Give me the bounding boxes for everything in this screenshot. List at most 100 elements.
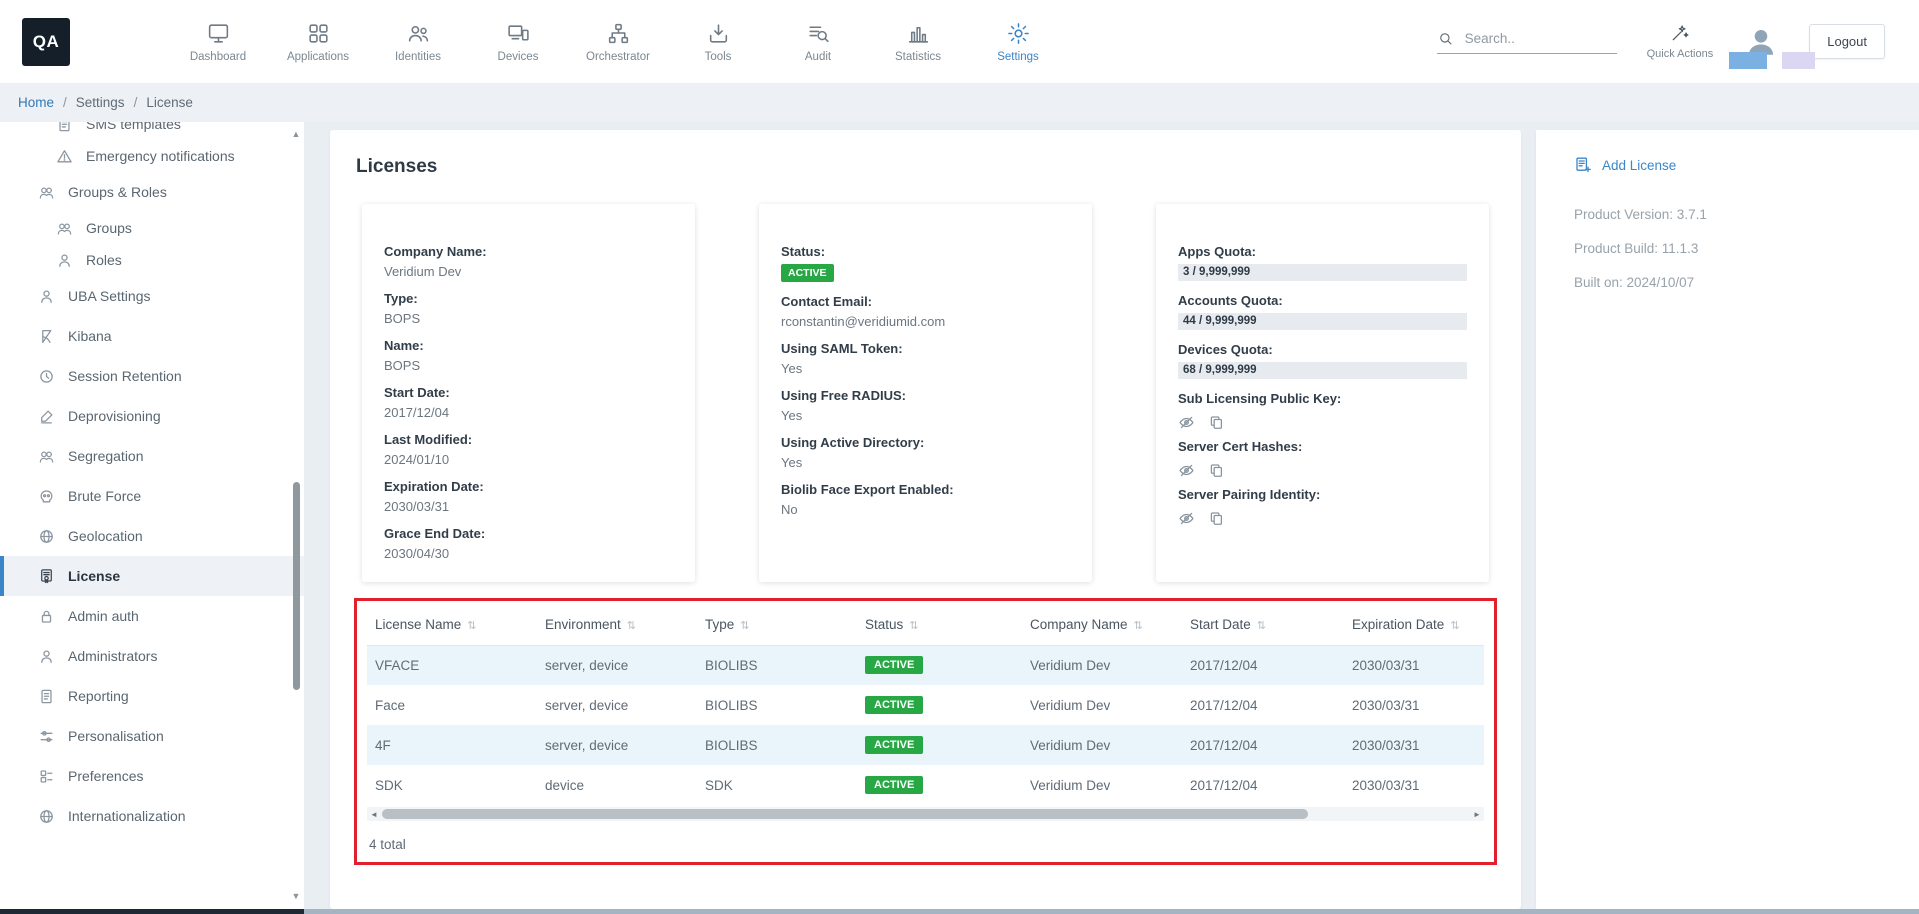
field-value: Yes	[781, 361, 1070, 376]
table-row[interactable]: VFACE server, device BIOLIBS ACTIVE Veri…	[367, 645, 1484, 685]
field-label: Using Active Directory:	[781, 435, 1070, 451]
sidebar-item-personalisation[interactable]: Personalisation	[0, 716, 304, 756]
sidebar-list: SMS templates Emergency notifications Gr…	[0, 122, 304, 836]
add-license-button[interactable]: Add License	[1574, 156, 1899, 175]
settings-icon	[1006, 21, 1031, 46]
sidebar-scrollbar-thumb[interactable]	[293, 482, 300, 690]
emergency-notifications-icon	[56, 148, 73, 165]
cell-company-name: Veridium Dev	[1022, 685, 1182, 725]
table-row[interactable]: 4F server, device BIOLIBS ACTIVE Veridiu…	[367, 725, 1484, 765]
copy-icon[interactable]	[1208, 510, 1225, 527]
nav-item-statistics[interactable]: Statistics	[882, 21, 954, 63]
nav-item-devices[interactable]: Devices	[482, 21, 554, 63]
cell-status: ACTIVE	[857, 725, 1022, 765]
sidebar-item-internationalization[interactable]: Internationalization	[0, 796, 304, 836]
product-info: Product Version: 3.7.1 Product Build: 11…	[1574, 207, 1899, 290]
nav-label-dashboard: Dashboard	[190, 51, 246, 63]
table-row[interactable]: Face server, device BIOLIBS ACTIVE Verid…	[367, 685, 1484, 725]
eye-off-icon[interactable]	[1178, 510, 1195, 527]
scrollbar-track[interactable]	[381, 807, 1470, 821]
eye-off-icon[interactable]	[1178, 462, 1195, 479]
scroll-down-arrow-icon[interactable]: ▼	[290, 892, 302, 901]
sidebar-item-groups-roles[interactable]: Groups & Roles	[0, 172, 304, 212]
field-sub-licensing-key: Sub Licensing Public Key:	[1178, 391, 1467, 431]
search-input[interactable]	[1465, 31, 1605, 46]
sidebar-item-emergency-notifications[interactable]: Emergency notifications	[0, 140, 304, 172]
field-label: Using SAML Token:	[781, 341, 1070, 357]
field-label: Server Pairing Identity:	[1178, 487, 1467, 503]
sidebar-item-brute-force[interactable]: Brute Force	[0, 476, 304, 516]
field-apps-quota: Apps Quota: 3 / 9,999,999	[1178, 244, 1467, 281]
sidebar-item-roles[interactable]: Roles	[0, 244, 304, 276]
sidebar-item-license[interactable]: License	[0, 556, 304, 596]
sidebar-item-segregation[interactable]: Segregation	[0, 436, 304, 476]
sidebar-item-preferences[interactable]: Preferences	[0, 756, 304, 796]
scroll-up-arrow-icon[interactable]: ▲	[290, 130, 302, 139]
scroll-left-arrow-icon[interactable]: ◄	[367, 810, 381, 819]
nav-label-orchestrator: Orchestrator	[586, 51, 650, 63]
key-actions	[1178, 414, 1467, 431]
column-label: Start Date	[1190, 617, 1251, 632]
nav-label-audit: Audit	[805, 51, 831, 63]
column-header-environment[interactable]: Environment	[537, 605, 697, 645]
sort-icon	[1257, 620, 1266, 632]
highlight-annotation: License Name Environment Type Status Com…	[354, 598, 1497, 865]
field-value: 2030/04/30	[384, 546, 673, 561]
column-header-company-name[interactable]: Company Name	[1022, 605, 1182, 645]
copy-icon[interactable]	[1208, 414, 1225, 431]
devices-quota-bar: 68 / 9,999,999	[1178, 362, 1467, 379]
right-info-panel: Add License Product Version: 3.7.1 Produ…	[1536, 130, 1919, 909]
accounts-quota-bar: 44 / 9,999,999	[1178, 313, 1467, 330]
column-label: Status	[865, 617, 903, 632]
table-row[interactable]: SDK device SDK ACTIVE Veridium Dev 2017/…	[367, 765, 1484, 805]
sidebar-item-label: Roles	[86, 252, 122, 268]
nav-item-identities[interactable]: Identities	[382, 21, 454, 63]
sidebar-item-label: Brute Force	[68, 488, 141, 504]
nav-item-orchestrator[interactable]: Orchestrator	[582, 21, 654, 63]
column-label: License Name	[375, 617, 461, 632]
column-header-license-name[interactable]: License Name	[367, 605, 537, 645]
column-header-status[interactable]: Status	[857, 605, 1022, 645]
field-label: Name:	[384, 338, 673, 354]
nav-item-applications[interactable]: Applications	[282, 21, 354, 63]
scrollbar-thumb[interactable]	[382, 809, 1308, 819]
brand-logo[interactable]: QA	[22, 18, 70, 66]
sidebar-item-kibana[interactable]: Kibana	[0, 316, 304, 356]
cell-license-name: 4F	[367, 725, 537, 765]
license-info-cards: Company Name: Veridium Dev Type: BOPS Na…	[354, 204, 1497, 582]
quick-actions-button[interactable]: Quick Actions	[1647, 23, 1714, 60]
sidebar-item-label: License	[68, 568, 120, 584]
column-header-start-date[interactable]: Start Date	[1182, 605, 1344, 645]
dashboard-icon	[206, 21, 231, 46]
sidebar-item-geolocation[interactable]: Geolocation	[0, 516, 304, 556]
field-label: Status:	[781, 244, 1070, 260]
sidebar-item-label: Emergency notifications	[86, 148, 235, 164]
sidebar-item-reporting[interactable]: Reporting	[0, 676, 304, 716]
breadcrumb-home[interactable]: Home	[18, 95, 54, 110]
field-biolib-face-export: Biolib Face Export Enabled: No	[781, 482, 1070, 517]
sidebar-item-sms-templates[interactable]: SMS templates	[0, 122, 304, 140]
personalisation-icon	[38, 728, 55, 745]
sort-icon	[909, 620, 918, 632]
nav-item-settings[interactable]: Settings	[982, 21, 1054, 63]
cell-status: ACTIVE	[857, 645, 1022, 685]
sidebar-item-groups[interactable]: Groups	[0, 212, 304, 244]
window-bottom-edge-dark	[0, 909, 304, 914]
sidebar-item-admin-auth[interactable]: Admin auth	[0, 596, 304, 636]
column-header-expiration-date[interactable]: Expiration Date	[1344, 605, 1484, 645]
nav-item-dashboard[interactable]: Dashboard	[182, 21, 254, 63]
copy-icon[interactable]	[1208, 462, 1225, 479]
scroll-right-arrow-icon[interactable]: ►	[1470, 810, 1484, 819]
column-header-type[interactable]: Type	[697, 605, 857, 645]
sidebar-item-uba-settings[interactable]: UBA Settings	[0, 276, 304, 316]
sidebar-item-administrators[interactable]: Administrators	[0, 636, 304, 676]
nav-item-tools[interactable]: Tools	[682, 21, 754, 63]
sidebar-item-deprovisioning[interactable]: Deprovisioning	[0, 396, 304, 436]
eye-off-icon[interactable]	[1178, 414, 1195, 431]
sidebar-item-session-retention[interactable]: Session Retention	[0, 356, 304, 396]
nav-item-audit[interactable]: Audit	[782, 21, 854, 63]
identities-icon	[406, 21, 431, 46]
logout-button[interactable]: Logout	[1809, 24, 1885, 59]
kibana-icon	[38, 328, 55, 345]
breadcrumb-settings[interactable]: Settings	[76, 95, 125, 110]
